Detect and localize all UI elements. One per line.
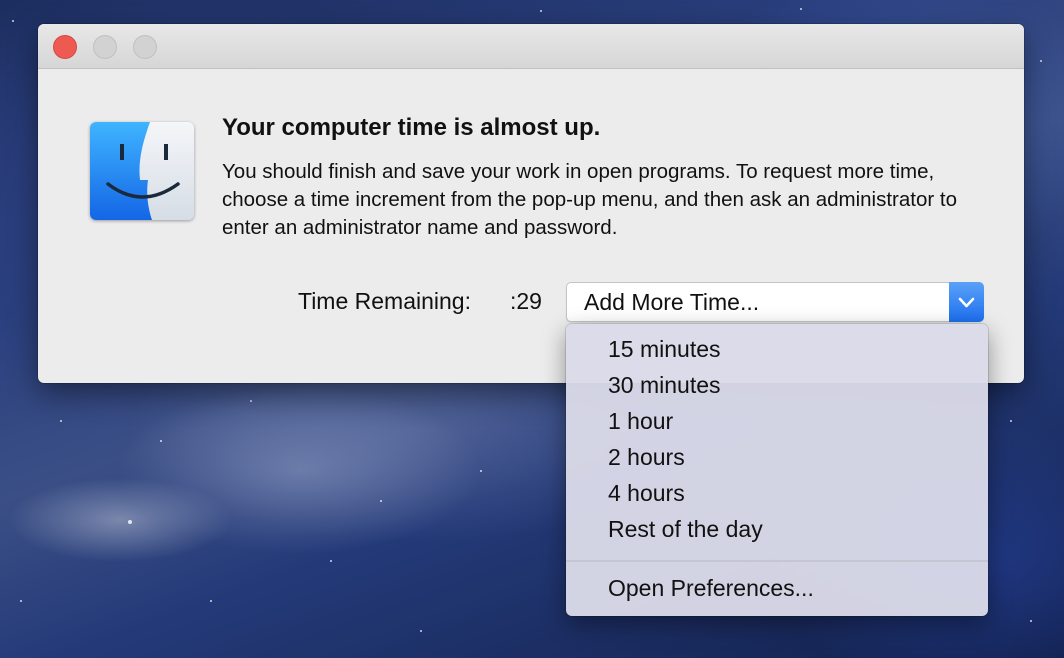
add-more-time-popup[interactable]: Add More Time... (566, 282, 984, 322)
menu-item-rest-of-day[interactable]: Rest of the day (608, 516, 763, 543)
menu-item-1-hour[interactable]: 1 hour (608, 408, 673, 435)
popup-selected-label: Add More Time... (584, 289, 760, 315)
dialog-message: You should finish and save your work in … (222, 160, 957, 239)
add-time-menu: 15 minutes 30 minutes 1 hour 2 hours 4 h… (566, 324, 988, 616)
menu-item-open-preferences[interactable]: Open Preferences... (608, 575, 814, 602)
chevron-down-icon[interactable] (949, 282, 984, 322)
time-remaining-value: :29 (510, 288, 542, 314)
menu-item-4-hours[interactable]: 4 hours (608, 480, 685, 507)
time-remaining-label: Time Remaining: (298, 288, 471, 314)
close-button[interactable] (53, 35, 77, 59)
zoom-button (133, 35, 157, 59)
menu-item-15-minutes[interactable]: 15 minutes (608, 336, 721, 363)
dialog-heading: Your computer time is almost up. (222, 114, 601, 141)
finder-icon (90, 122, 194, 220)
menu-item-30-minutes[interactable]: 30 minutes (608, 372, 721, 399)
menu-item-2-hours[interactable]: 2 hours (608, 444, 685, 471)
minimize-button (93, 35, 117, 59)
title-bar (38, 24, 1024, 69)
menu-separator (566, 560, 988, 562)
